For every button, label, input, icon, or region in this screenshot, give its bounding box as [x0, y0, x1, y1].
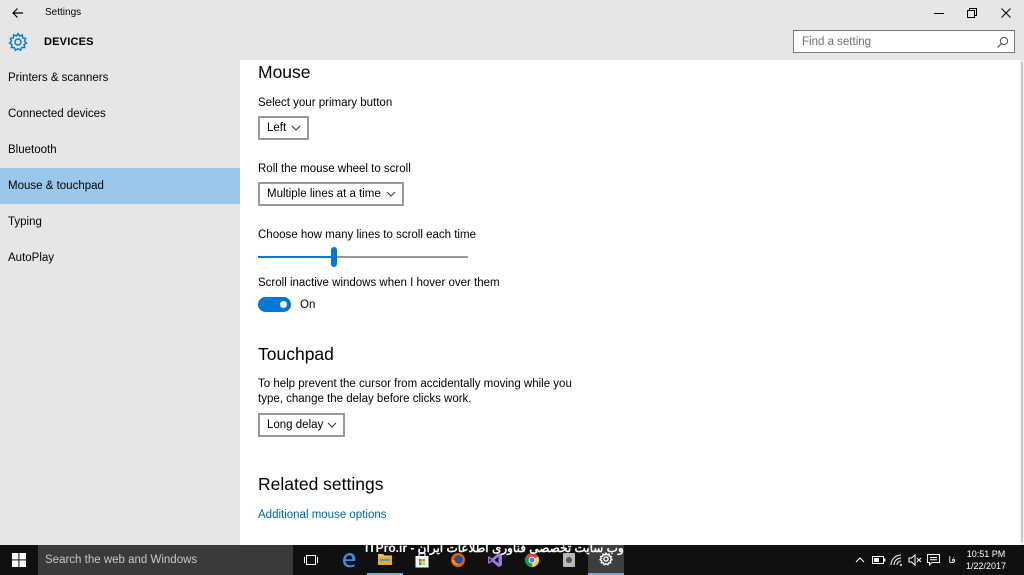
dropdown-value: Long delay [267, 419, 324, 431]
sidebar-item-label: Bluetooth [8, 144, 57, 156]
minimize-button[interactable] [922, 0, 956, 26]
clock-date: 1/22/2017 [965, 561, 1007, 571]
wheel-label: Roll the mouse wheel to scroll [258, 163, 411, 175]
inactive-scroll-label: Scroll inactive windows when I hover ove… [258, 277, 500, 289]
input-language-indicator[interactable]: فا [944, 545, 960, 575]
battery-button[interactable] [870, 545, 888, 575]
gear-icon [8, 32, 28, 52]
sidebar-item-label: Printers & scanners [8, 72, 109, 84]
search-input[interactable] [794, 31, 990, 52]
main-content: Mouse Select your primary button Left Ro… [240, 60, 1024, 545]
battery-icon [872, 556, 886, 564]
search-box[interactable] [793, 30, 1015, 53]
show-hidden-icons-button[interactable] [852, 545, 868, 575]
edge-icon [343, 553, 356, 568]
restore-icon [967, 8, 977, 18]
network-button[interactable] [888, 545, 906, 575]
chevron-up-icon [855, 557, 865, 563]
task-view-button[interactable] [293, 545, 329, 575]
dropdown-value: Left [267, 122, 287, 134]
scroll-lines-slider-fill [258, 256, 334, 258]
taskbar-search-placeholder: Search the web and Windows [45, 554, 198, 566]
back-button[interactable] [6, 3, 30, 23]
touchpad-heading: Touchpad [258, 344, 334, 364]
scrollbar[interactable] [1020, 60, 1024, 545]
touchpad-description-line1: To help prevent the cursor from accident… [258, 378, 572, 390]
search-icon[interactable] [996, 35, 1010, 49]
settings-header: DEVICES [0, 26, 1024, 60]
volume-button[interactable] [906, 545, 924, 575]
start-button[interactable] [0, 545, 38, 575]
close-button[interactable] [989, 0, 1023, 26]
restore-button[interactable] [955, 0, 989, 26]
windows-logo-icon [12, 553, 26, 567]
sidebar-item-connected-devices[interactable]: Connected devices [0, 96, 240, 132]
toggle-state-label: On [300, 299, 316, 311]
title-bar: Settings [0, 0, 1024, 26]
clock-time: 10:51 PM [966, 549, 1006, 559]
sidebar-item-typing[interactable]: Typing [0, 204, 240, 240]
touchpad-delay-dropdown[interactable]: Long delay [258, 413, 345, 437]
section-title: DEVICES [44, 36, 94, 48]
taskbar-edge-button[interactable] [331, 545, 367, 575]
back-arrow-icon [12, 8, 23, 18]
scroll-lines-label: Choose how many lines to scroll each tim… [258, 229, 476, 241]
sidebar-item-bluetooth[interactable]: Bluetooth [0, 132, 240, 168]
taskbar-clock[interactable]: 10:51 PM 1/22/2017 [960, 548, 1012, 572]
sidebar-item-label: Mouse & touchpad [8, 180, 104, 192]
sidebar: Printers & scanners Connected devices Bl… [0, 60, 240, 545]
chevron-down-icon [327, 422, 337, 428]
sidebar-item-mouse-touchpad[interactable]: Mouse & touchpad [0, 168, 240, 204]
additional-mouse-options-link[interactable]: Additional mouse options [258, 509, 387, 521]
watermark-text: ITPro.ir - وب سایت تخصصی فناوری اطلاعات … [365, 541, 624, 555]
chevron-down-icon [291, 125, 301, 131]
scroll-lines-slider-thumb[interactable] [330, 247, 337, 267]
notification-icon [926, 554, 940, 566]
sidebar-item-printers-scanners[interactable]: Printers & scanners [0, 60, 240, 96]
action-center-button[interactable] [924, 545, 942, 575]
taskbar: Search the web and Windows ITPro.ir - وب… [0, 541, 1024, 575]
related-settings-heading: Related settings [258, 474, 384, 494]
minimize-icon [934, 13, 944, 14]
close-icon [1001, 8, 1011, 18]
sidebar-item-autoplay[interactable]: AutoPlay [0, 240, 240, 276]
toggle-knob [280, 301, 287, 308]
sidebar-item-label: Connected devices [8, 108, 106, 120]
window-title: Settings [45, 7, 82, 18]
primary-button-label: Select your primary button [258, 97, 393, 109]
mouse-heading: Mouse [258, 62, 311, 82]
primary-button-dropdown[interactable]: Left [258, 116, 309, 140]
taskbar-search-box[interactable]: Search the web and Windows [38, 545, 293, 575]
volume-muted-icon [908, 554, 922, 566]
dropdown-value: Multiple lines at a time [267, 188, 381, 200]
sidebar-item-label: Typing [8, 216, 42, 228]
sidebar-item-label: AutoPlay [8, 252, 55, 264]
touchpad-description-line2: type, change the delay before clicks wor… [258, 393, 472, 405]
wheel-scroll-dropdown[interactable]: Multiple lines at a time [258, 182, 404, 206]
wifi-icon [890, 554, 902, 566]
task-view-icon [304, 555, 318, 565]
inactive-scroll-toggle[interactable] [258, 297, 291, 312]
chevron-down-icon [386, 191, 396, 197]
scroll-lines-slider-track[interactable] [258, 256, 468, 258]
